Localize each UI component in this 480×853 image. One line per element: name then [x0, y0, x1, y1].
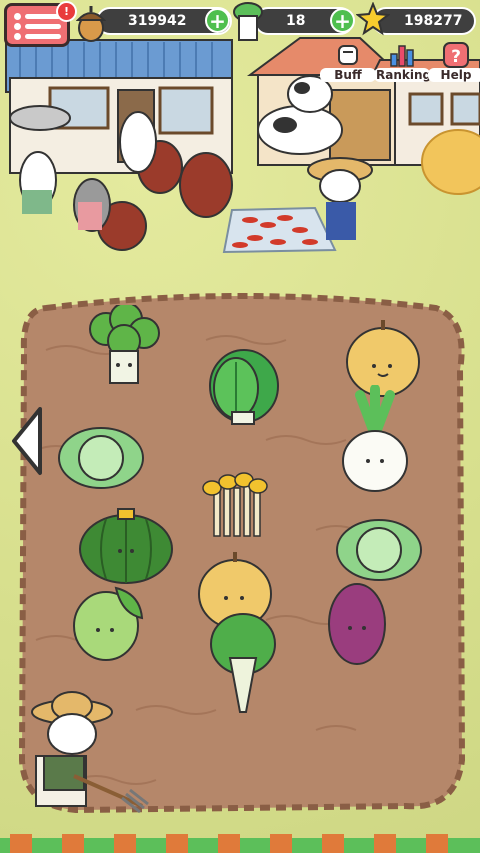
lettuce-crop[interactable] — [204, 342, 284, 427]
enoki-mushroom-crop[interactable] — [198, 470, 272, 540]
acorn-icon — [76, 6, 106, 42]
plus-icon: + — [209, 9, 226, 33]
ranking-button[interactable]: Ranking — [374, 40, 431, 82]
pumpkin-crop[interactable] — [76, 505, 176, 585]
menu-alert-badge: ! — [56, 1, 77, 22]
buff-button[interactable]: Buff — [320, 40, 376, 82]
cabbage-crop-2[interactable] — [334, 512, 424, 582]
star-icon — [356, 2, 390, 36]
farmer-cat — [31, 691, 149, 814]
broccoli-crop[interactable] — [84, 305, 164, 390]
plus-icon: + — [334, 9, 351, 33]
radish-crop[interactable] — [340, 385, 410, 495]
lime-crop[interactable] — [70, 578, 150, 662]
cabbage-crop[interactable] — [56, 420, 146, 490]
question-icon: ? — [443, 42, 469, 68]
add-cabbages-button[interactable]: + — [330, 8, 355, 33]
cabbage-icon — [233, 2, 263, 41]
fist-icon — [338, 45, 358, 65]
left-arrow-icon[interactable] — [10, 405, 50, 477]
svg-text:?: ? — [451, 47, 461, 67]
menu-icon — [14, 13, 21, 20]
help-label: Help — [428, 68, 480, 82]
ranking-label: Ranking — [374, 68, 432, 82]
farm-scene — [0, 0, 480, 853]
bok-choy-crop[interactable] — [206, 608, 280, 718]
buff-label: Buff — [320, 68, 376, 82]
fence — [0, 834, 480, 853]
add-acorns-button[interactable]: + — [205, 8, 230, 33]
chart-icon — [390, 45, 414, 67]
sweet-potato-crop[interactable] — [322, 576, 392, 668]
help-button[interactable]: ? Help — [428, 40, 480, 82]
top-hud: ! 319942 + 18 + 198277 Buff Ranking ? He… — [0, 0, 480, 82]
